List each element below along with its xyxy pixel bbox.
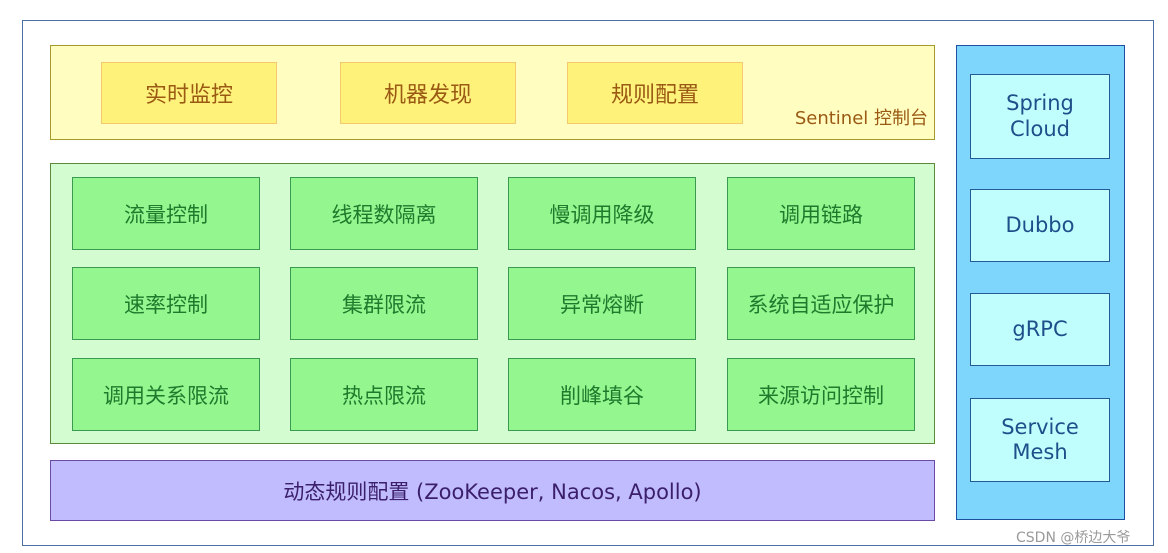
feature-relation-limit: 调用关系限流 xyxy=(72,358,260,431)
feature-origin-access-control: 来源访问控制 xyxy=(727,358,915,431)
feature-flow-control: 流量控制 xyxy=(72,177,260,250)
feature-system-adaptive-protection: 系统自适应保护 xyxy=(727,267,915,340)
framework-grpc: gRPC xyxy=(970,293,1110,366)
framework-service-mesh: Service Mesh xyxy=(970,398,1110,482)
console-item-realtime-monitoring: 实时监控 xyxy=(101,62,277,124)
framework-dubbo: Dubbo xyxy=(970,189,1110,262)
feature-hotspot-limit: 热点限流 xyxy=(290,358,478,431)
feature-exception-circuit-break: 异常熔断 xyxy=(508,267,696,340)
console-item-machine-discovery: 机器发现 xyxy=(340,62,516,124)
watermark: CSDN @桥边大爷 xyxy=(1016,530,1131,546)
feature-call-chain: 调用链路 xyxy=(727,177,915,250)
feature-thread-isolation: 线程数隔离 xyxy=(290,177,478,250)
feature-peak-shaving: 削峰填谷 xyxy=(508,358,696,431)
feature-rate-control: 速率控制 xyxy=(72,267,260,340)
console-title: Sentinel 控制台 xyxy=(794,108,928,129)
feature-slow-call-degrade: 慢调用降级 xyxy=(508,177,696,250)
dynamic-rule-config-bar: 动态规则配置 (ZooKeeper, Nacos, Apollo) xyxy=(50,460,935,521)
console-item-rule-config: 规则配置 xyxy=(567,62,743,124)
feature-cluster-limit: 集群限流 xyxy=(290,267,478,340)
framework-spring-cloud: Spring Cloud xyxy=(970,74,1110,159)
